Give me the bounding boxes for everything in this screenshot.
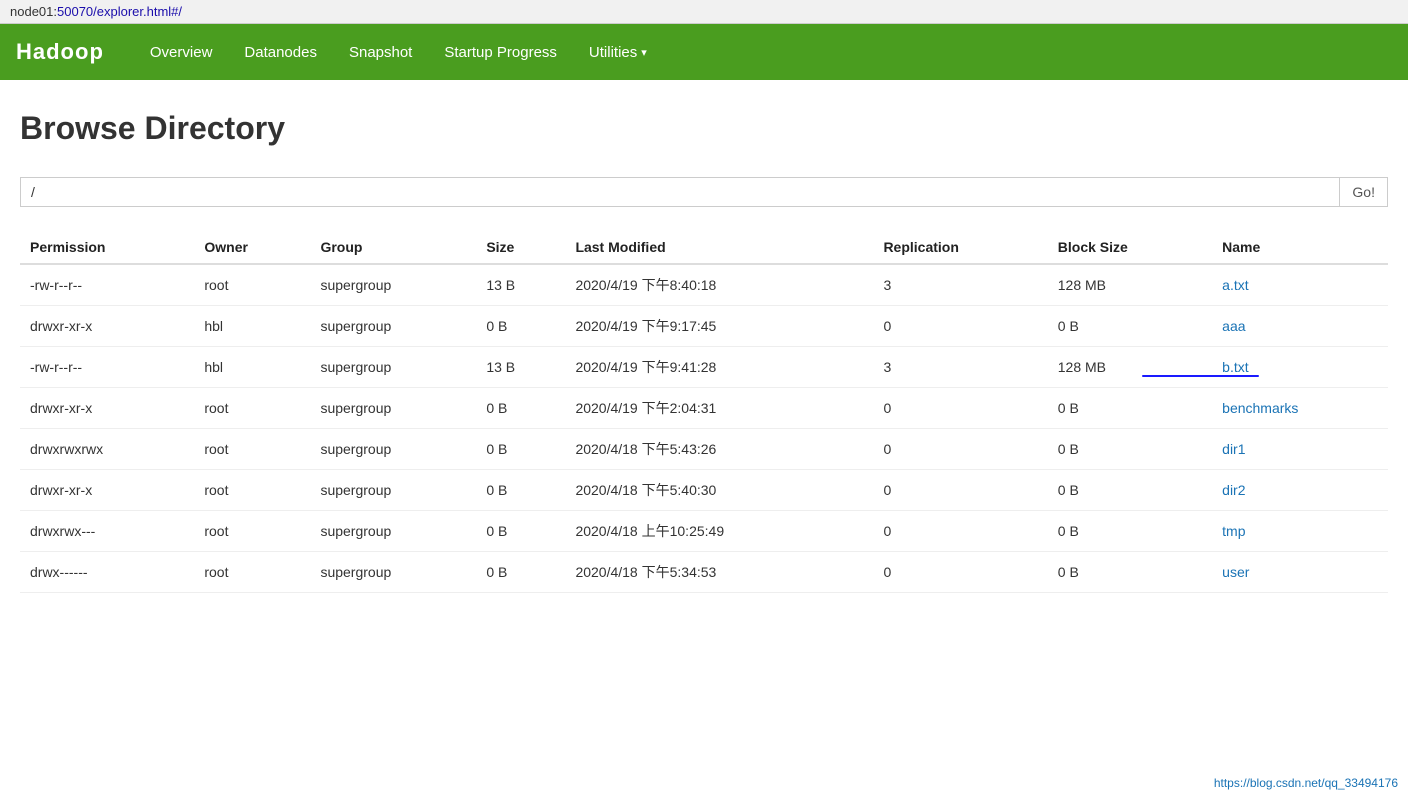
col-owner: Owner (194, 231, 310, 264)
table-cell: root (194, 388, 310, 429)
table-cell: 0 (873, 306, 1047, 347)
address-path: 50070/explorer.html#/ (57, 4, 182, 19)
table-cell: 0 (873, 552, 1047, 593)
table-cell: 0 B (1048, 429, 1212, 470)
nav-snapshot[interactable]: Snapshot (333, 36, 428, 69)
table-cell: drwxrwxrwx (20, 429, 194, 470)
file-link[interactable]: a.txt (1222, 277, 1248, 293)
table-cell: hbl (194, 306, 310, 347)
table-cell: hbl (194, 347, 310, 388)
file-link[interactable]: user (1222, 564, 1249, 580)
table-cell: 2020/4/18 下午5:40:30 (565, 470, 873, 511)
table-cell: -rw-r--r-- (20, 264, 194, 306)
table-row: drwxr-xr-xhblsupergroup0 B2020/4/19 下午9:… (20, 306, 1388, 347)
table-cell: 0 B (476, 511, 565, 552)
table-cell: supergroup (310, 306, 476, 347)
col-replication: Replication (873, 231, 1047, 264)
table-row: -rw-r--r--rootsupergroup13 B2020/4/19 下午… (20, 264, 1388, 306)
table-cell: 0 B (476, 470, 565, 511)
col-last-modified: Last Modified (565, 231, 873, 264)
table-cell: 3 (873, 264, 1047, 306)
table-cell: 2020/4/19 下午9:41:28 (565, 347, 873, 388)
file-link[interactable]: aaa (1222, 318, 1245, 334)
nav-datanodes[interactable]: Datanodes (228, 36, 333, 69)
col-permission: Permission (20, 231, 194, 264)
table-cell: 0 B (1048, 552, 1212, 593)
table-cell: 128 MB (1048, 264, 1212, 306)
col-block-size: Block Size (1048, 231, 1212, 264)
table-cell: root (194, 552, 310, 593)
path-bar: Go! (20, 177, 1388, 207)
table-row: drwxr-xr-xrootsupergroup0 B2020/4/19 下午2… (20, 388, 1388, 429)
table-cell: 2020/4/19 下午8:40:18 (565, 264, 873, 306)
table-cell: 2020/4/18 下午5:34:53 (565, 552, 873, 593)
footer-note: https://blog.csdn.net/qq_33494176 (1214, 776, 1398, 790)
table-cell: 2020/4/19 下午2:04:31 (565, 388, 873, 429)
table-cell: supergroup (310, 264, 476, 306)
table-cell: drwxr-xr-x (20, 388, 194, 429)
col-size: Size (476, 231, 565, 264)
table-cell: 0 (873, 388, 1047, 429)
table-cell: root (194, 264, 310, 306)
table-cell: 0 B (476, 306, 565, 347)
table-cell: supergroup (310, 511, 476, 552)
nav-utilities[interactable]: Utilities ▾ (573, 36, 663, 69)
main-content: Browse Directory Go! Permission Owner Gr… (0, 80, 1408, 613)
table-cell: 0 B (1048, 511, 1212, 552)
table-cell: -rw-r--r-- (20, 347, 194, 388)
table-cell: 128 MB (1048, 347, 1212, 388)
address-bar: node01:50070/explorer.html#/ (0, 0, 1408, 24)
table-cell: 0 B (476, 429, 565, 470)
file-link[interactable]: tmp (1222, 523, 1245, 539)
table-cell: 0 B (476, 388, 565, 429)
table-cell: 13 B (476, 347, 565, 388)
directory-table: Permission Owner Group Size Last Modifie… (20, 231, 1388, 593)
table-row: drwxrwx---rootsupergroup0 B2020/4/18 上午1… (20, 511, 1388, 552)
brand-logo: Hadoop (16, 39, 104, 65)
table-cell: root (194, 470, 310, 511)
table-row: drwx------rootsupergroup0 B2020/4/18 下午5… (20, 552, 1388, 593)
table-cell: drwxr-xr-x (20, 470, 194, 511)
file-link[interactable]: benchmarks (1222, 400, 1298, 416)
table-row: drwxr-xr-xrootsupergroup0 B2020/4/18 下午5… (20, 470, 1388, 511)
table-cell: drwxr-xr-x (20, 306, 194, 347)
table-cell: 0 (873, 470, 1047, 511)
nav-startup-progress[interactable]: Startup Progress (428, 36, 573, 69)
table-cell: 2020/4/19 下午9:17:45 (565, 306, 873, 347)
navbar: Hadoop Overview Datanodes Snapshot Start… (0, 24, 1408, 80)
go-button[interactable]: Go! (1339, 178, 1387, 206)
table-cell: drwxrwx--- (20, 511, 194, 552)
col-group: Group (310, 231, 476, 264)
table-cell: 0 (873, 429, 1047, 470)
table-cell: supergroup (310, 470, 476, 511)
table-cell: 2020/4/18 上午10:25:49 (565, 511, 873, 552)
col-name: Name (1212, 231, 1388, 264)
table-cell: 0 B (1048, 470, 1212, 511)
nav-overview[interactable]: Overview (134, 36, 229, 69)
table-cell: 0 B (476, 552, 565, 593)
table-cell: supergroup (310, 552, 476, 593)
table-cell: 3 (873, 347, 1047, 388)
table-header-row: Permission Owner Group Size Last Modifie… (20, 231, 1388, 264)
table-cell: drwx------ (20, 552, 194, 593)
table-cell: root (194, 511, 310, 552)
table-cell: supergroup (310, 347, 476, 388)
page-title: Browse Directory (20, 110, 1388, 147)
file-link[interactable]: dir2 (1222, 482, 1245, 498)
table-cell: root (194, 429, 310, 470)
table-cell: 0 B (1048, 306, 1212, 347)
table-cell: 13 B (476, 264, 565, 306)
table-row: drwxrwxrwxrootsupergroup0 B2020/4/18 下午5… (20, 429, 1388, 470)
table-cell: 0 B (1048, 388, 1212, 429)
table-cell: supergroup (310, 388, 476, 429)
table-cell: supergroup (310, 429, 476, 470)
address-host: node01: (10, 4, 57, 19)
path-input[interactable] (21, 178, 1339, 206)
chevron-down-icon: ▾ (641, 46, 647, 59)
table-cell: 2020/4/18 下午5:43:26 (565, 429, 873, 470)
table-cell: 0 (873, 511, 1047, 552)
file-link[interactable]: b.txt (1222, 359, 1248, 375)
file-link[interactable]: dir1 (1222, 441, 1245, 457)
table-row: -rw-r--r--hblsupergroup13 B2020/4/19 下午9… (20, 347, 1388, 388)
